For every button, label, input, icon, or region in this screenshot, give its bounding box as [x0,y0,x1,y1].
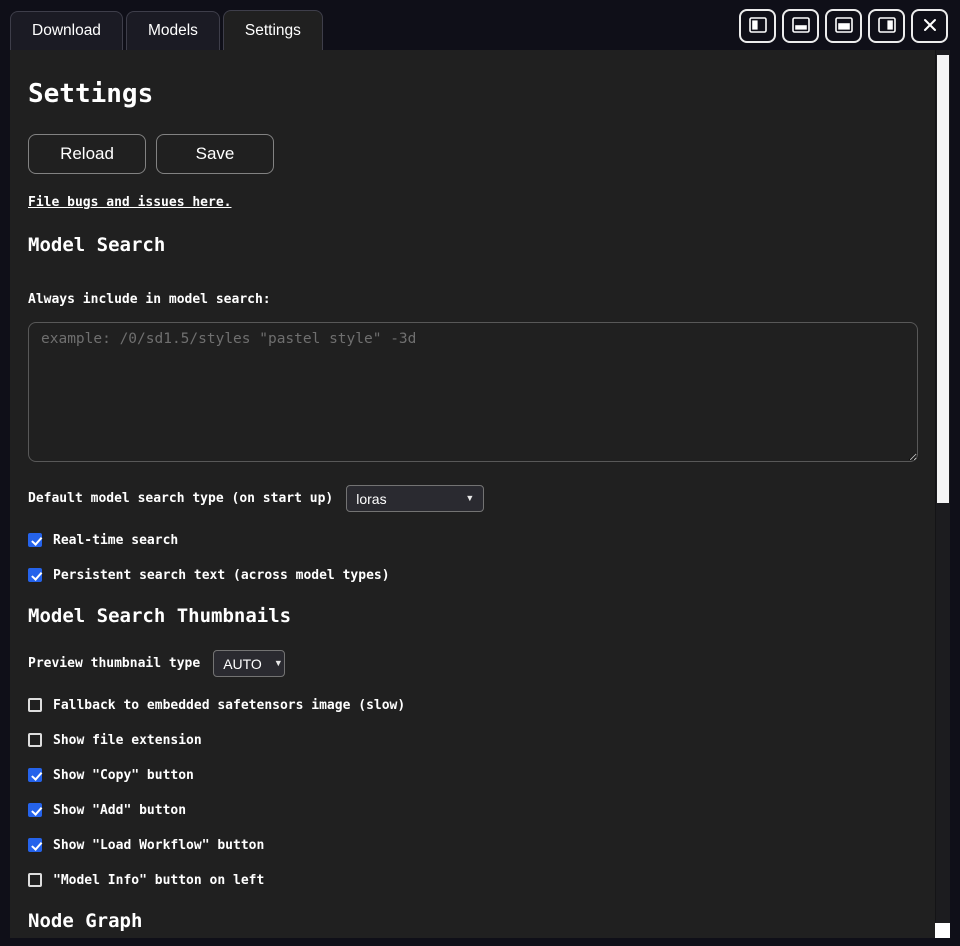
dock-bottom-expand-button[interactable] [825,9,862,43]
settings-panel: Settings Reload Save File bugs and issue… [10,50,950,938]
fallback-safetensors-checkbox[interactable] [28,698,42,712]
realtime-search-label: Real-time search [53,533,178,548]
preview-thumbnail-type-label: Preview thumbnail type [28,656,200,671]
show-add-button-row: Show "Add" button [28,803,918,817]
dock-left-icon [749,17,767,36]
show-file-extension-checkbox[interactable] [28,733,42,747]
model-search-heading: Model Search [28,235,918,256]
dock-right-button[interactable] [868,9,905,43]
tab-models-label: Models [148,22,198,40]
chevron-down-icon: ▼ [465,494,474,503]
model-info-left-checkbox[interactable] [28,873,42,887]
show-copy-button-checkbox[interactable] [28,768,42,782]
tab-models[interactable]: Models [126,11,220,50]
dock-right-icon [878,17,896,36]
model-info-left-row: "Model Info" button on left [28,873,918,887]
tab-settings[interactable]: Settings [223,10,323,50]
model-info-left-label: "Model Info" button on left [53,873,264,888]
default-search-type-select[interactable]: loras ▼ [346,485,484,512]
show-add-button-label: Show "Add" button [53,803,186,818]
show-copy-button-label: Show "Copy" button [53,768,194,783]
persistent-search-checkbox[interactable] [28,568,42,582]
page-title: Settings [28,81,918,108]
default-search-type-value: loras [356,491,386,507]
tab-strip: Download Models Settings [10,10,323,50]
vertical-scrollbar[interactable] [935,50,950,938]
window-controls [739,9,948,43]
chevron-down-icon: ▼ [274,659,283,668]
show-file-extension-label: Show file extension [53,733,202,748]
action-button-row: Reload Save [28,134,918,174]
save-button[interactable]: Save [156,134,274,174]
realtime-search-checkbox[interactable] [28,533,42,547]
dock-bottom-icon [792,17,810,36]
scrollbar-thumb[interactable] [937,55,949,503]
tab-download[interactable]: Download [10,11,123,50]
dock-bottom-button[interactable] [782,9,819,43]
tab-settings-label: Settings [245,22,301,40]
reload-button[interactable]: Reload [28,134,146,174]
realtime-search-row: Real-time search [28,533,918,547]
default-search-type-row: Default model search type (on start up) … [28,485,918,512]
show-add-button-checkbox[interactable] [28,803,42,817]
preview-thumbnail-type-value: AUTO [223,656,262,672]
always-include-label: Always include in model search: [28,292,918,307]
persistent-search-row: Persistent search text (across model typ… [28,568,918,582]
fallback-safetensors-label: Fallback to embedded safetensors image (… [53,698,405,713]
node-graph-heading: Node Graph [28,911,918,932]
show-file-extension-row: Show file extension [28,733,918,747]
default-search-type-label: Default model search type (on start up) [28,491,333,506]
preview-thumbnail-type-row: Preview thumbnail type AUTO ▼ [28,650,918,677]
fallback-safetensors-row: Fallback to embedded safetensors image (… [28,698,918,712]
thumbnails-heading: Model Search Thumbnails [28,606,918,627]
tab-download-label: Download [32,22,101,40]
always-include-textarea[interactable] [28,322,918,462]
titlebar: Download Models Settings [0,0,960,50]
persistent-search-label: Persistent search text (across model typ… [53,568,390,583]
file-bugs-link[interactable]: File bugs and issues here. [28,195,232,210]
show-load-workflow-checkbox[interactable] [28,838,42,852]
show-load-workflow-label: Show "Load Workflow" button [53,838,264,853]
settings-content: Settings Reload Save File bugs and issue… [10,50,935,938]
show-copy-button-row: Show "Copy" button [28,768,918,782]
dock-left-button[interactable] [739,9,776,43]
close-icon [922,17,938,36]
scrollbar-corner [935,923,950,938]
close-button[interactable] [911,9,948,43]
show-load-workflow-row: Show "Load Workflow" button [28,838,918,852]
dock-bottom-expand-icon [835,17,853,36]
preview-thumbnail-type-select[interactable]: AUTO ▼ [213,650,285,677]
